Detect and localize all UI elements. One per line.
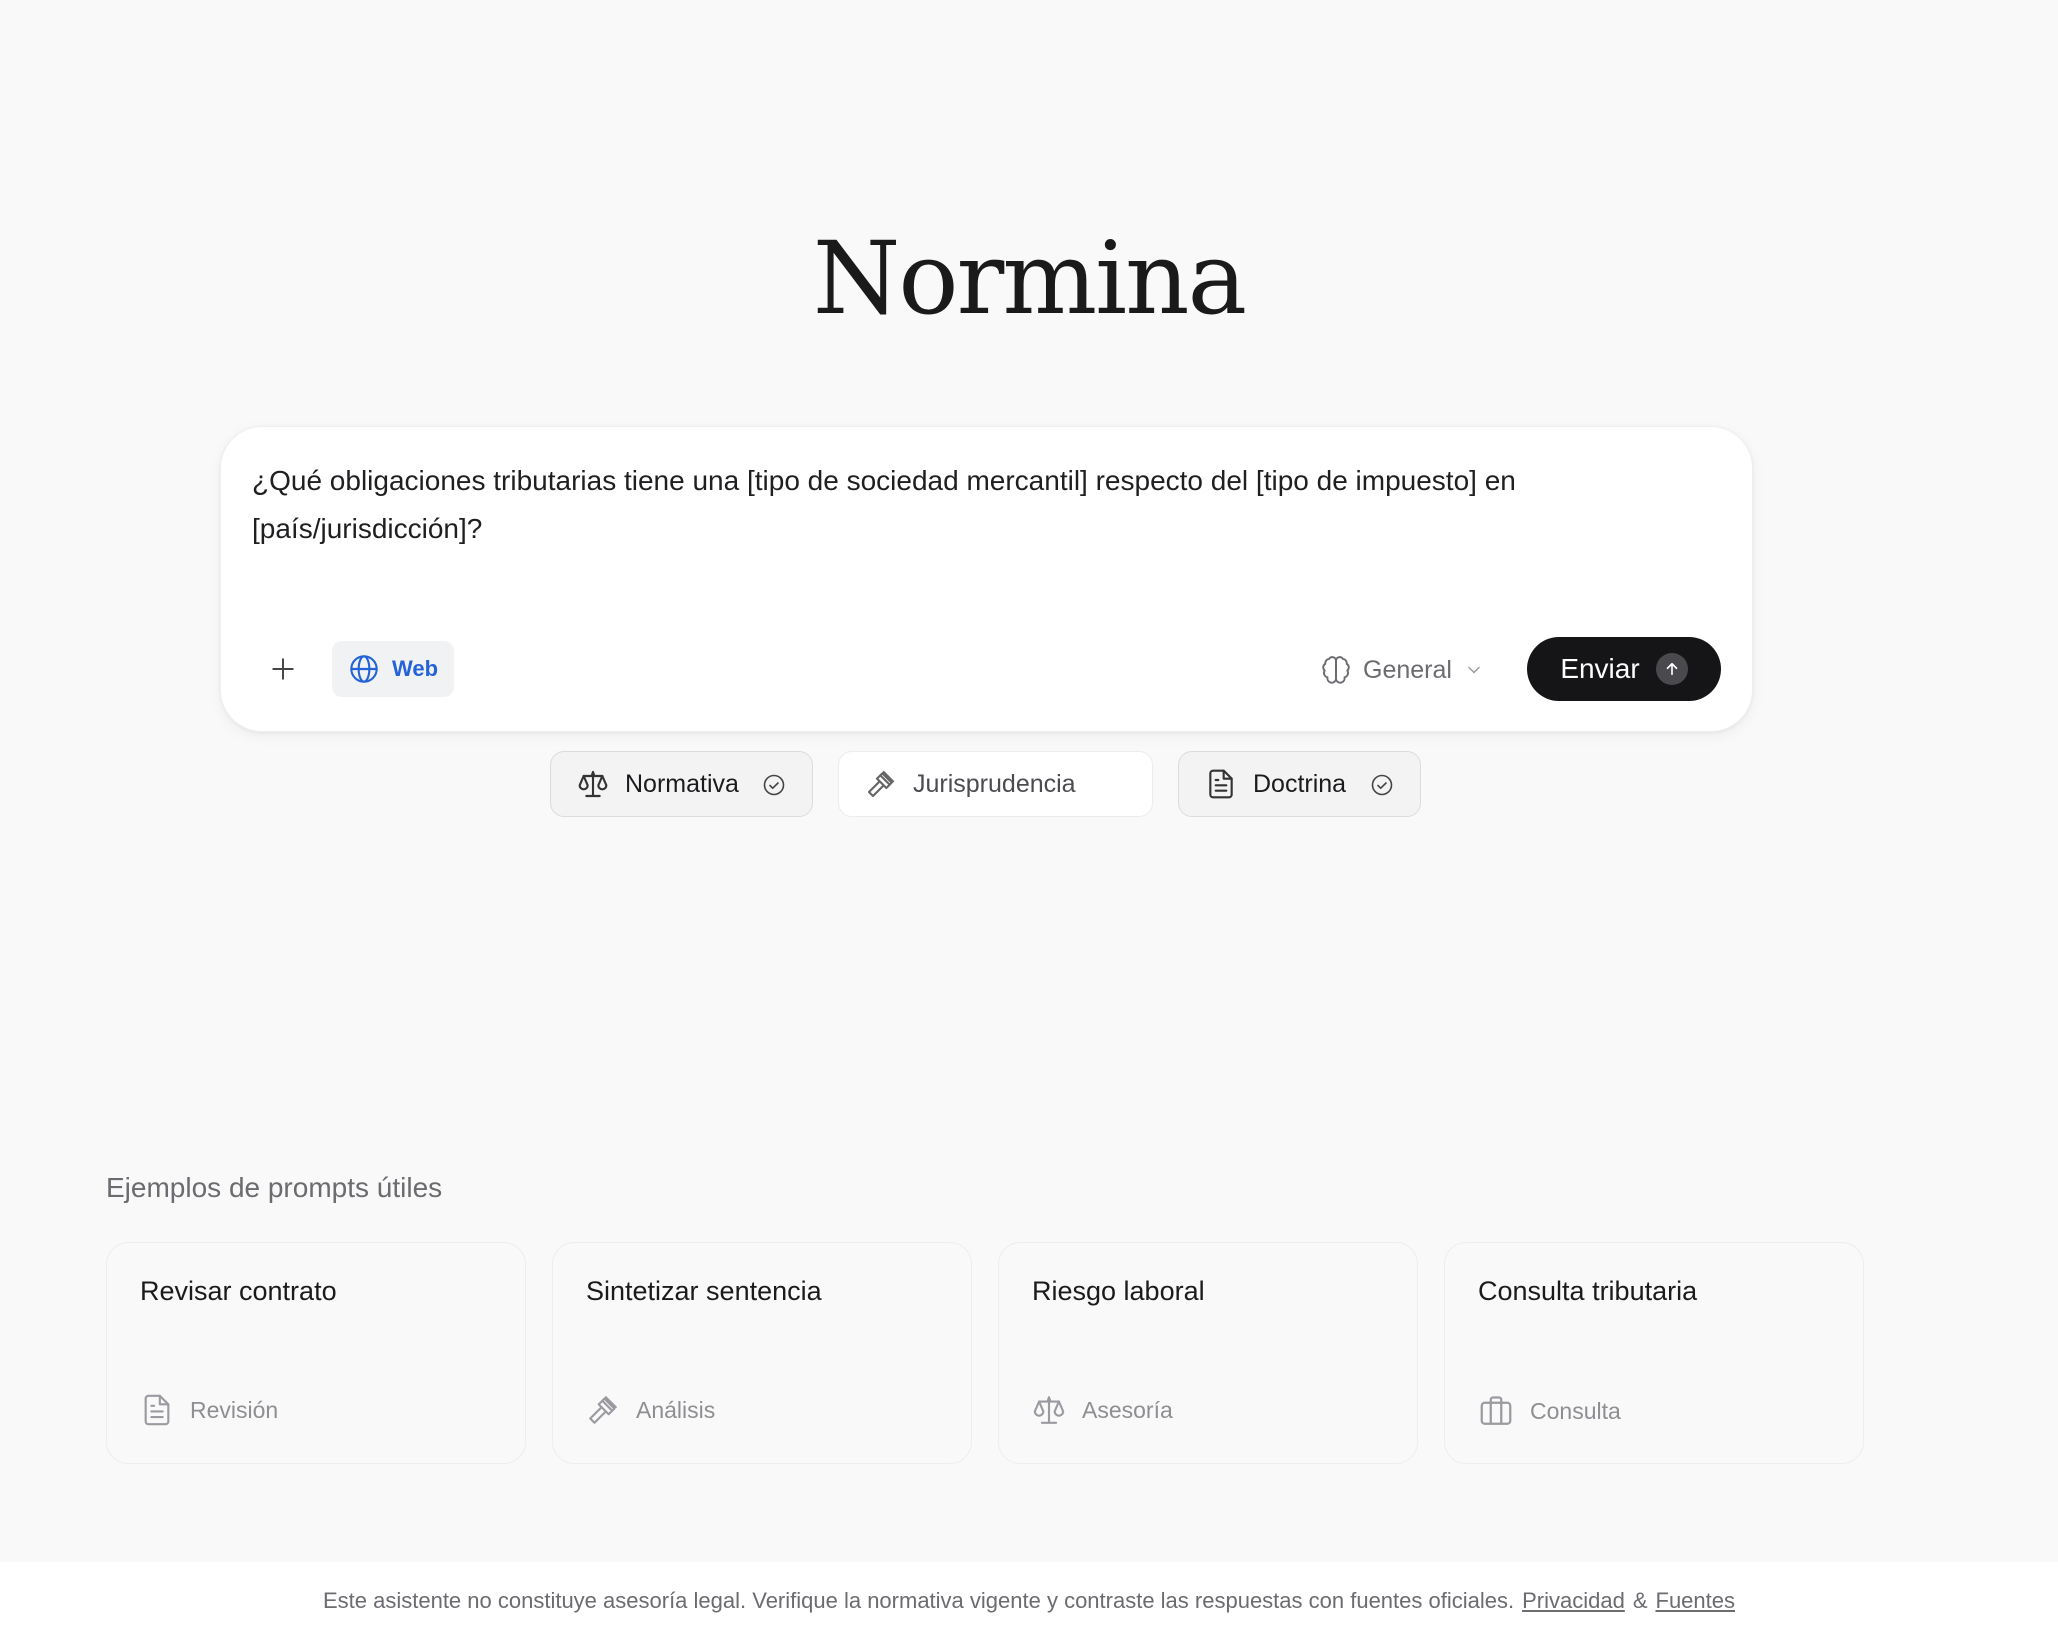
send-button[interactable]: Enviar	[1527, 637, 1721, 701]
plus-icon	[272, 658, 294, 680]
check-circle-icon	[1370, 773, 1394, 797]
chip-label: Jurisprudencia	[913, 769, 1076, 798]
globe-icon	[350, 655, 378, 683]
chip-label: Doctrina	[1253, 769, 1347, 798]
card-tag: Análisis	[586, 1393, 715, 1427]
chip-label: Normativa	[625, 769, 739, 798]
add-attachment-button[interactable]	[256, 642, 310, 696]
arrow-up-icon	[1655, 653, 1688, 685]
card-tag: Consulta	[1478, 1393, 1621, 1429]
example-card-riesgo-laboral[interactable]: Riesgo laboral Asesoría	[998, 1242, 1418, 1464]
card-tag-label: Asesoría	[1082, 1396, 1173, 1423]
check-circle-icon	[762, 773, 786, 797]
card-tag: Asesoría	[1032, 1393, 1173, 1427]
gavel-icon	[865, 768, 897, 800]
source-chip-normativa[interactable]: Normativa	[550, 751, 813, 817]
document-icon	[140, 1393, 174, 1427]
scale-icon	[1032, 1393, 1066, 1427]
chevron-down-icon	[1468, 666, 1480, 674]
prompt-input[interactable]	[252, 457, 1692, 567]
mode-dropdown[interactable]: General	[1321, 647, 1484, 693]
card-tag-label: Revisión	[190, 1396, 279, 1423]
example-card-consulta-tributaria[interactable]: Consulta tributaria Consulta	[1444, 1242, 1864, 1464]
mode-label: General	[1363, 655, 1452, 684]
card-title: Consulta tributaria	[1478, 1276, 1698, 1306]
example-card-revisar-contrato[interactable]: Revisar contrato Revisión	[106, 1242, 526, 1464]
app-title: Normina	[812, 220, 1247, 337]
card-title: Revisar contrato	[140, 1276, 337, 1306]
brain-icon	[1322, 656, 1350, 684]
card-title: Riesgo laboral	[1032, 1276, 1205, 1306]
source-chip-jurisprudencia[interactable]: Jurisprudencia	[838, 751, 1153, 817]
footer-separator: &	[1632, 1588, 1648, 1613]
document-icon	[1205, 768, 1237, 800]
prompt-composer: Web General Enviar	[220, 426, 1753, 732]
sources-link[interactable]: Fuentes	[1656, 1588, 1736, 1614]
send-label: Enviar	[1560, 653, 1640, 684]
web-search-toggle[interactable]: Web	[332, 641, 454, 697]
scale-icon	[577, 768, 609, 800]
gavel-icon	[586, 1393, 620, 1427]
card-title: Sintetizar sentencia	[586, 1276, 822, 1306]
card-tag-label: Consulta	[1530, 1397, 1621, 1424]
privacy-link[interactable]: Privacidad	[1522, 1588, 1625, 1614]
card-tag: Revisión	[140, 1393, 278, 1427]
web-label: Web	[392, 656, 439, 681]
examples-heading: Ejemplos de prompts útiles	[106, 1172, 443, 1203]
card-tag-label: Análisis	[636, 1396, 716, 1423]
briefcase-icon	[1478, 1393, 1514, 1429]
footer-disclaimer: Este asistente no constituye asesoría le…	[322, 1588, 1515, 1613]
footer: Este asistente no constituye asesoría le…	[0, 1562, 2058, 1640]
example-card-sintetizar-sentencia[interactable]: Sintetizar sentencia Análisis	[552, 1242, 972, 1464]
source-chip-doctrina[interactable]: Doctrina	[1178, 751, 1421, 817]
